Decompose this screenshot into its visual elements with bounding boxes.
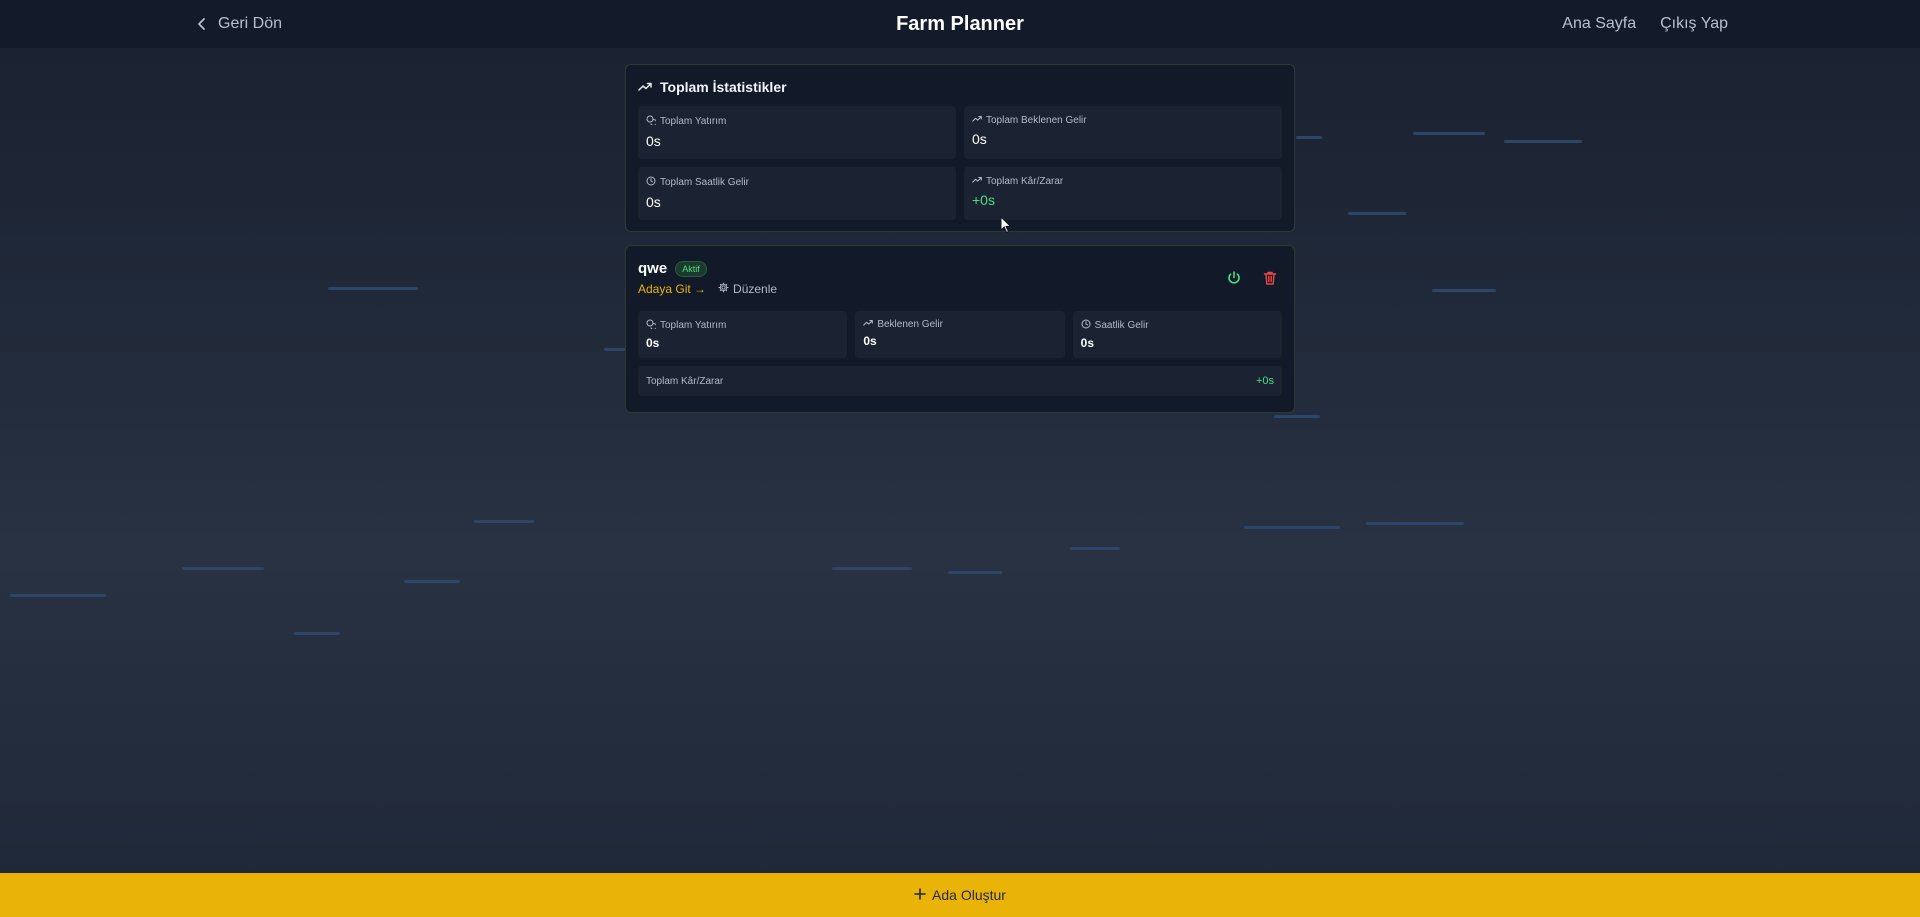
create-island-button[interactable]: Ada Oluştur <box>0 873 1920 917</box>
create-island-label: Ada Oluştur <box>932 887 1006 903</box>
island-profit-row: Toplam Kâr/Zarar +0s <box>638 366 1282 396</box>
decorative-streak <box>1413 132 1485 135</box>
trending-up-icon <box>972 115 982 126</box>
home-link[interactable]: Ana Sayfa <box>1562 15 1636 33</box>
stat-value: 0s <box>863 334 877 348</box>
total-stats-card: Toplam İstatistikler Toplam Yatırım 0s T… <box>625 64 1295 232</box>
mouse-cursor-icon <box>1000 215 1012 239</box>
edit-island-button[interactable]: Düzenle <box>718 282 777 296</box>
stat-label: Toplam Saatlik Gelir <box>660 177 749 188</box>
power-icon <box>1226 271 1242 290</box>
decorative-streak <box>10 594 106 597</box>
power-toggle-button[interactable] <box>1226 270 1242 286</box>
decorative-streak <box>1504 140 1582 143</box>
stat-total-expected-income: Toplam Beklenen Gelir 0s <box>964 106 1282 159</box>
clock-icon <box>1081 319 1091 332</box>
status-badge: Aktif <box>675 260 707 277</box>
back-button[interactable]: Geri Dön <box>196 0 282 48</box>
stat-label: Toplam Yatırım <box>660 320 727 331</box>
gear-icon <box>718 282 729 296</box>
decorative-streak <box>948 571 1002 574</box>
stat-total-hourly-income: Toplam Saatlik Gelir 0s <box>638 167 956 220</box>
decorative-streak <box>404 580 460 583</box>
decorative-streak <box>1244 526 1340 529</box>
decorative-streak <box>474 520 534 523</box>
decorative-streak <box>1348 212 1406 215</box>
stats-grid: Toplam Yatırım 0s Toplam Beklenen Gelir … <box>638 106 1282 220</box>
stat-label: Toplam Yatırım <box>660 116 727 127</box>
stats-title: Toplam İstatistikler <box>638 79 1282 95</box>
island-links: Adaya Git → Düzenle <box>638 282 1282 296</box>
logout-link[interactable]: Çıkış Yap <box>1660 15 1728 33</box>
decorative-streak <box>604 348 626 351</box>
island-header: qwe Aktif <box>638 260 1282 277</box>
decorative-streak <box>832 567 912 570</box>
nav-links: Ana Sayfa Çıkış Yap <box>1562 0 1728 48</box>
coins-icon <box>646 319 658 332</box>
stat-value: +0s <box>972 192 995 208</box>
island-actions <box>1226 270 1278 286</box>
island-stat-hourly-income: Saatlik Gelir 0s <box>1072 311 1282 358</box>
island-name: qwe <box>638 260 668 277</box>
stat-label: Toplam Kâr/Zarar <box>986 176 1064 187</box>
stat-total-investment: Toplam Yatırım 0s <box>638 106 956 159</box>
decorative-streak <box>294 632 340 635</box>
island-stat-expected-income: Beklenen Gelir 0s <box>855 311 1065 358</box>
island-stat-investment: Toplam Yatırım 0s <box>638 311 848 358</box>
stat-value: 0s <box>972 131 987 147</box>
go-to-island-link[interactable]: Adaya Git → <box>638 282 706 296</box>
stat-value: 0s <box>1080 336 1095 350</box>
delete-island-button[interactable] <box>1262 270 1278 286</box>
island-card: qwe Aktif Adaya Git → Düzenle Toplam Yat… <box>625 245 1295 413</box>
stat-total-profit-loss: Toplam Kâr/Zarar +0s <box>964 167 1282 220</box>
decorative-streak <box>1070 547 1120 550</box>
trending-up-icon <box>638 79 652 95</box>
clock-icon <box>646 176 656 189</box>
chevron-left-icon <box>196 17 208 31</box>
decorative-streak <box>1296 136 1322 139</box>
top-navbar: Geri Dön Farm Planner Ana Sayfa Çıkış Ya… <box>0 0 1920 48</box>
decorative-streak <box>1432 289 1496 292</box>
stat-label: Saatlik Gelir <box>1094 320 1149 331</box>
trash-icon <box>1262 271 1278 290</box>
stats-title-text: Toplam İstatistikler <box>660 79 787 95</box>
coins-icon <box>646 115 658 128</box>
stat-label: Beklenen Gelir <box>877 319 943 330</box>
decorative-streak <box>182 567 264 570</box>
decorative-streak <box>1366 522 1464 525</box>
trending-up-icon <box>972 176 982 187</box>
stat-label: Toplam Beklenen Gelir <box>986 115 1087 126</box>
decorative-streak <box>328 287 418 290</box>
profit-label: Toplam Kâr/Zarar <box>646 375 724 387</box>
edit-label: Düzenle <box>733 282 778 296</box>
stat-value: 0s <box>646 194 661 210</box>
back-label: Geri Dön <box>218 15 283 32</box>
trending-up-icon <box>863 319 874 330</box>
decorative-streak <box>1274 415 1320 418</box>
stat-value: 0s <box>646 133 661 149</box>
profit-value: +0s <box>1255 375 1274 387</box>
stat-value: 0s <box>646 336 660 350</box>
plus-icon <box>914 887 926 903</box>
island-stats-grid: Toplam Yatırım 0s Beklenen Gelir 0s Saat… <box>638 311 1282 358</box>
